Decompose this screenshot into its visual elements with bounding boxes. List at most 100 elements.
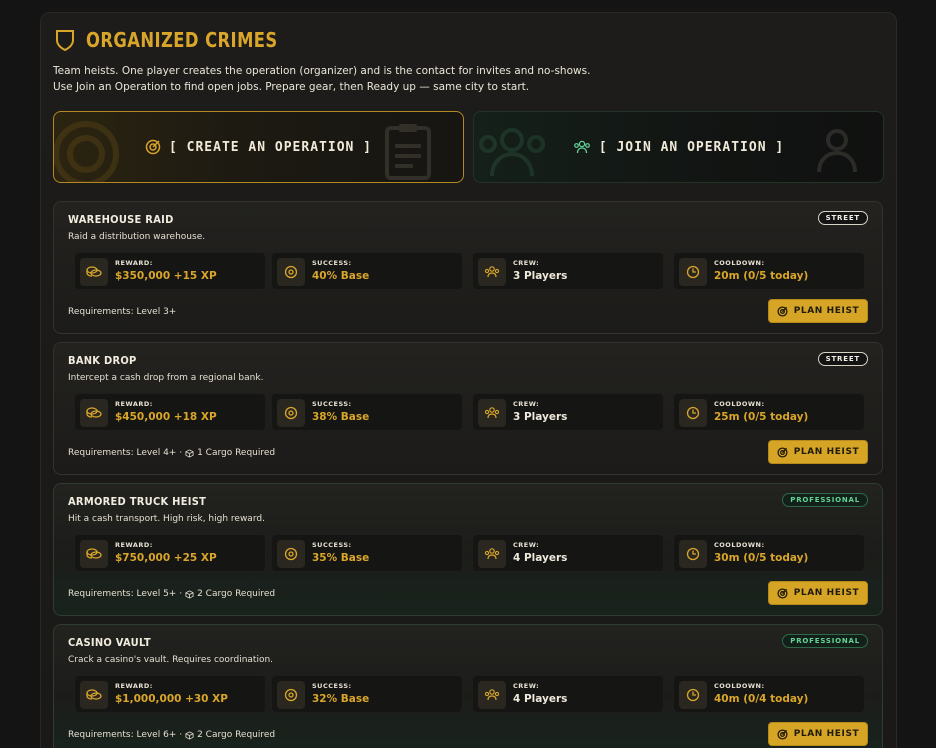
crew-icon (478, 258, 506, 286)
plan-heist-label: PLAN HEIST (793, 588, 860, 598)
reward-value: $1,000,000 +30 XP (115, 693, 228, 705)
success-value: 38% Base (312, 411, 370, 423)
success-label: SUCCESS: (312, 682, 352, 690)
plan-heist-label: PLAN HEIST (793, 729, 860, 739)
requirements: Requirements: Level 4+ · 1 Cargo Require… (68, 448, 275, 458)
plan-heist-button[interactable]: PLAN HEIST (768, 722, 868, 746)
requirements-text: Requirements: Level 4+ · (68, 448, 183, 458)
cooldown-value: 25m (0/5 today) (714, 411, 809, 423)
cooldown-stat: COOLDOWN: 40m (0/4 today) (673, 675, 865, 713)
requirements-text: Requirements: Level 6+ · (68, 730, 183, 740)
clock-icon (679, 258, 707, 286)
success-value: 32% Base (312, 693, 370, 705)
crew-value: 4 Players (513, 552, 568, 564)
target-watermark-icon (54, 121, 119, 182)
requirements-text: Requirements: Level 3+ (68, 307, 177, 317)
create-operation-label: [ CREATE AN OPERATION ] (168, 139, 372, 155)
join-operation-button[interactable]: [ JOIN AN OPERATION ] (473, 111, 884, 183)
success-label: SUCCESS: (312, 541, 352, 549)
users-icon (573, 140, 590, 154)
heist-description: Hit a cash transport. High risk, high re… (68, 514, 265, 524)
heist-description: Raid a distribution warehouse. (68, 232, 206, 242)
coins-icon (80, 258, 108, 286)
plan-heist-button[interactable]: PLAN HEIST (768, 581, 868, 605)
crew-value: 4 Players (513, 693, 568, 705)
cooldown-value: 30m (0/5 today) (714, 552, 809, 564)
reward-stat: REWARD: $750,000 +25 XP (74, 534, 266, 572)
heist-card: CASINO VAULT Crack a casino's vault. Req… (53, 624, 883, 748)
target-icon (777, 305, 788, 317)
page-description: Team heists. One player creates the oper… (53, 65, 591, 93)
reward-label: REWARD: (115, 259, 153, 267)
cargo-requirement: 2 Cargo Required (197, 730, 276, 740)
clock-icon (679, 399, 707, 427)
success-value: 35% Base (312, 552, 370, 564)
heist-title: CASINO VAULT (68, 636, 151, 649)
cooldown-stat: COOLDOWN: 20m (0/5 today) (673, 252, 865, 290)
target-icon (777, 587, 788, 599)
requirements: Requirements: Level 3+ (68, 307, 179, 317)
crew-icon (478, 399, 506, 427)
cooldown-value: 20m (0/5 today) (714, 270, 809, 282)
crew-stat: CREW: 3 Players (472, 252, 664, 290)
reward-label: REWARD: (115, 400, 153, 408)
crew-stat: CREW: 3 Players (472, 393, 664, 431)
reward-label: REWARD: (115, 682, 153, 690)
shield-icon (56, 30, 74, 52)
success-value: 40% Base (312, 270, 370, 282)
create-operation-button[interactable]: [ CREATE AN OPERATION ] (53, 111, 464, 183)
crew-label: CREW: (513, 682, 540, 690)
cooldown-label: COOLDOWN: (714, 682, 765, 690)
crosshair-icon (277, 681, 305, 709)
heist-title: WAREHOUSE RAID (68, 213, 174, 226)
plan-heist-label: PLAN HEIST (793, 306, 860, 316)
success-stat: SUCCESS: 32% Base (271, 675, 463, 713)
success-stat: SUCCESS: 38% Base (271, 393, 463, 431)
crosshair-icon (277, 540, 305, 568)
plan-heist-button[interactable]: PLAN HEIST (768, 440, 868, 464)
heist-card: BANK DROP Intercept a cash drop from a r… (53, 342, 883, 475)
crew-stat: CREW: 4 Players (472, 534, 664, 572)
tier-badge: STREET (817, 352, 868, 366)
clock-icon (679, 540, 707, 568)
reward-stat: REWARD: $1,000,000 +30 XP (74, 675, 266, 713)
cooldown-label: COOLDOWN: (714, 400, 765, 408)
cooldown-label: COOLDOWN: (714, 259, 765, 267)
requirements-text: Requirements: Level 5+ · (68, 589, 183, 599)
clipboard-watermark-icon (385, 124, 431, 180)
clock-icon (679, 681, 707, 709)
group-watermark-right-icon (817, 129, 857, 173)
crosshair-icon (277, 399, 305, 427)
cargo-box-icon (185, 589, 194, 599)
reward-value: $750,000 +25 XP (115, 552, 217, 564)
target-icon (777, 728, 788, 740)
reward-label: REWARD: (115, 541, 153, 549)
plan-heist-button[interactable]: PLAN HEIST (768, 299, 868, 323)
reward-stat: REWARD: $450,000 +18 XP (74, 393, 266, 431)
heist-title: ARMORED TRUCK HEIST (68, 495, 207, 508)
success-label: SUCCESS: (312, 400, 352, 408)
cargo-box-icon (185, 448, 194, 458)
crew-icon (478, 540, 506, 568)
plan-heist-label: PLAN HEIST (793, 447, 860, 457)
reward-value: $450,000 +18 XP (115, 411, 217, 423)
coins-icon (80, 681, 108, 709)
reward-value: $350,000 +15 XP (115, 270, 217, 282)
requirements: Requirements: Level 5+ · 2 Cargo Require… (68, 589, 275, 599)
cooldown-label: COOLDOWN: (714, 541, 765, 549)
reward-stat: REWARD: $350,000 +15 XP (74, 252, 266, 290)
crew-label: CREW: (513, 259, 540, 267)
coins-icon (80, 399, 108, 427)
crew-stat: CREW: 4 Players (472, 675, 664, 713)
crew-icon (478, 681, 506, 709)
coins-icon (80, 540, 108, 568)
cooldown-value: 40m (0/4 today) (714, 693, 809, 705)
requirements: Requirements: Level 6+ · 2 Cargo Require… (68, 730, 275, 740)
page-title: ORGANIZED CRIMES (86, 28, 278, 52)
crew-label: CREW: (513, 541, 540, 549)
heist-description: Intercept a cash drop from a regional ba… (68, 373, 264, 383)
cargo-requirement: 2 Cargo Required (197, 589, 276, 599)
cooldown-stat: COOLDOWN: 30m (0/5 today) (673, 534, 865, 572)
heist-card: WAREHOUSE RAID Raid a distribution wareh… (53, 201, 883, 334)
tier-badge: PROFESSIONAL (782, 493, 868, 507)
